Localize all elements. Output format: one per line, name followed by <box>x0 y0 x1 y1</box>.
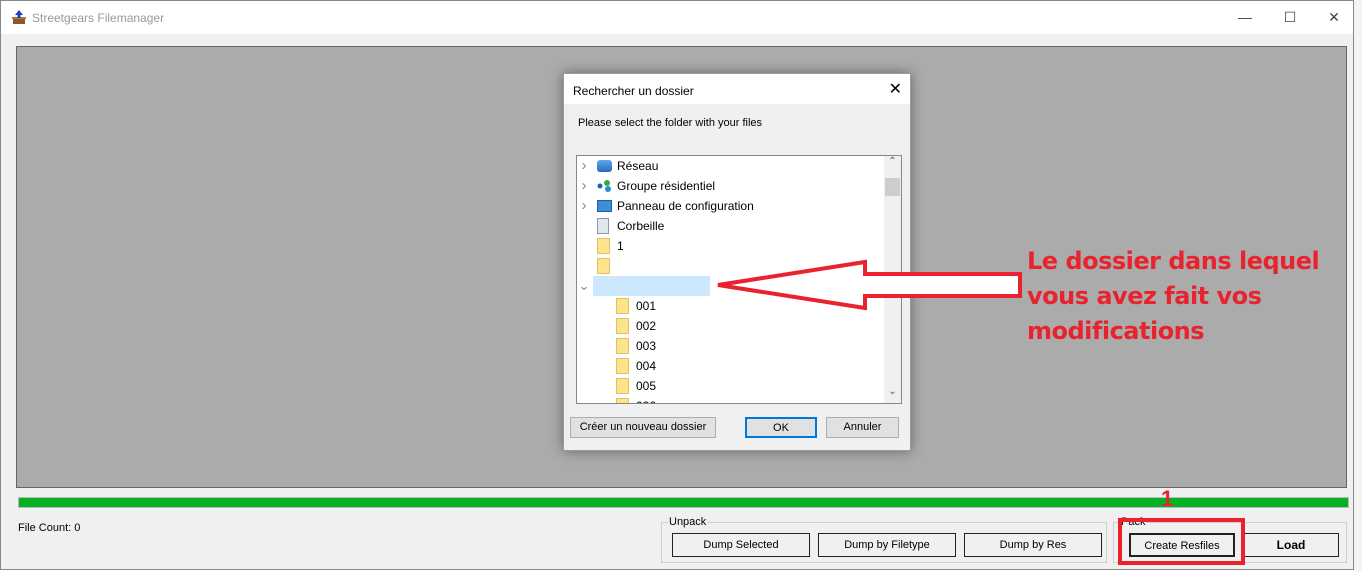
folder-icon <box>616 298 629 314</box>
dump-selected-button[interactable]: Dump Selected <box>672 533 810 557</box>
tree-item[interactable]: 005 <box>577 376 885 396</box>
tree-item-label: Corbeille <box>617 219 665 233</box>
selection-highlight <box>593 276 710 296</box>
unpack-label: Unpack <box>668 516 708 528</box>
tree-item-label: Réseau <box>617 159 659 173</box>
scroll-down-arrow-icon[interactable]: ⌄ <box>884 386 901 403</box>
folder-icon <box>597 258 610 274</box>
annotation-step-number: 1 <box>1161 486 1174 511</box>
tree-item[interactable]: › Panneau de configuration <box>577 196 885 216</box>
annotation-arrow <box>717 259 1022 311</box>
tree-item[interactable]: 002 <box>577 316 885 336</box>
tree-item[interactable]: 003 <box>577 336 885 356</box>
scroll-up-arrow-icon[interactable]: ⌃ <box>884 156 901 173</box>
annotation-line: Le dossier dans lequel <box>1027 247 1320 275</box>
tree-item[interactable]: 1 <box>577 236 885 256</box>
tree-item-label: Panneau de configuration <box>617 199 754 213</box>
dialog-title: Rechercher un dossier <box>573 84 694 98</box>
annotation-highlight-box <box>1118 518 1245 565</box>
app-icon <box>12 10 26 24</box>
tree-item-label: 005 <box>636 379 657 393</box>
dump-by-res-button[interactable]: Dump by Res <box>964 533 1102 557</box>
tree-item-label: 001 <box>636 299 657 313</box>
ok-button[interactable]: OK <box>745 417 817 438</box>
chevron-right-icon[interactable]: › <box>578 156 590 176</box>
dump-by-filetype-button[interactable]: Dump by Filetype <box>818 533 956 557</box>
folder-icon <box>616 338 629 354</box>
progress-fill <box>19 498 1348 507</box>
recycle-bin-icon <box>597 218 609 234</box>
tree-item-label: 003 <box>636 339 657 353</box>
background-window <box>1354 0 1362 572</box>
scroll-thumb[interactable] <box>885 178 900 196</box>
load-button[interactable]: Load <box>1243 533 1339 557</box>
tree-item[interactable]: Corbeille <box>577 216 885 236</box>
folder-icon <box>616 318 629 334</box>
annotation-line: vous avez fait vos <box>1027 282 1262 310</box>
folder-icon <box>616 398 629 403</box>
tree-item[interactable]: 004 <box>577 356 885 376</box>
title-bar: Streetgears Filemanager — ☐ ✕ <box>1 1 1353 34</box>
dialog-close-button[interactable]: ✕ <box>889 79 902 99</box>
tree-item-label: 004 <box>636 359 657 373</box>
maximize-button[interactable]: ☐ <box>1267 1 1313 34</box>
tree-item[interactable]: 006 <box>577 396 885 403</box>
network-icon <box>597 160 612 172</box>
progress-bar <box>18 497 1349 508</box>
annotation-line: modifications <box>1027 317 1205 345</box>
annotation-text: Le dossier dans lequel vous avez fait vo… <box>1027 244 1320 349</box>
tree-item[interactable]: › Groupe résidentiel <box>577 176 885 196</box>
control-panel-icon <box>597 200 612 212</box>
dialog-prompt: Please select the folder with your files <box>578 117 763 129</box>
new-folder-button[interactable]: Créer un nouveau dossier <box>570 417 716 438</box>
chevron-right-icon[interactable]: › <box>578 176 590 196</box>
chevron-down-icon[interactable]: ⌄ <box>578 276 590 296</box>
tree-item-label: 006 <box>636 396 656 403</box>
tree-item-label: 002 <box>636 319 657 333</box>
folder-icon <box>597 238 610 254</box>
tree-item[interactable]: › Réseau <box>577 156 885 176</box>
window-title: Streetgears Filemanager <box>32 11 165 25</box>
file-count: File Count: 0 <box>18 522 81 534</box>
homegroup-icon <box>597 178 612 194</box>
chevron-right-icon[interactable]: › <box>578 196 590 216</box>
tree-item-label: Groupe résidentiel <box>617 179 716 193</box>
close-button[interactable]: ✕ <box>1311 1 1357 34</box>
cancel-button[interactable]: Annuler <box>826 417 899 438</box>
dialog-title-bar: Rechercher un dossier ✕ <box>564 74 910 104</box>
tree-item-label: 1 <box>617 239 624 253</box>
folder-icon <box>616 358 629 374</box>
minimize-button[interactable]: — <box>1222 1 1268 34</box>
folder-icon <box>616 378 629 394</box>
